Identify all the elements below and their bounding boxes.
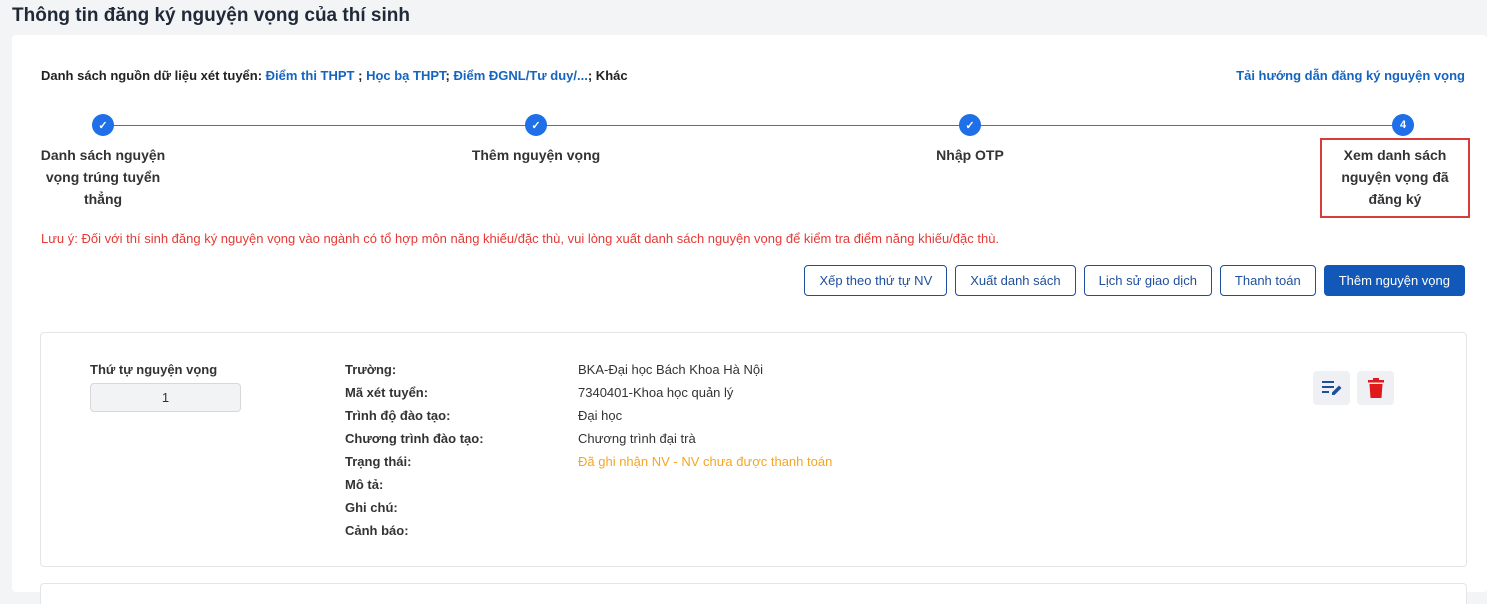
sources-prefix: Danh sách nguồn dữ liệu xét tuyển: bbox=[41, 68, 266, 83]
detail-key: Ghi chú: bbox=[345, 500, 398, 515]
detail-value: Chương trình đại trà bbox=[578, 431, 696, 446]
detail-key: Trạng thái: bbox=[345, 454, 412, 469]
detail-key: Chương trình đào tạo: bbox=[345, 431, 484, 446]
source-separator: ; bbox=[354, 68, 367, 83]
detail-row-description: Mô tả: bbox=[345, 477, 832, 500]
data-sources: Danh sách nguồn dữ liệu xét tuyển: Điểm … bbox=[41, 68, 628, 83]
detail-row-admission-code: Mã xét tuyển: 7340401-Khoa học quản lý bbox=[345, 385, 832, 408]
step-3-label[interactable]: Nhập OTP bbox=[870, 144, 1070, 166]
wish-details: Trường: BKA-Đại học Bách Khoa Hà Nội Mã … bbox=[345, 362, 832, 546]
page-title: Thông tin đăng ký nguyện vọng của thí si… bbox=[12, 5, 410, 26]
source-hocba-link[interactable]: Học bạ THPT bbox=[366, 68, 445, 83]
detail-key: Trường: bbox=[345, 362, 397, 377]
step-3-check-icon: ✓ bbox=[959, 114, 981, 136]
trash-icon bbox=[1367, 378, 1384, 398]
transaction-history-button[interactable]: Lịch sử giao dịch bbox=[1083, 265, 1212, 296]
action-toolbar: Xếp theo thứ tự NV Xuất danh sách Lịch s… bbox=[804, 265, 1465, 296]
stepper: ✓ ✓ ✓ 4 Danh sách nguyện vọng trúng tuyể… bbox=[12, 113, 1487, 233]
wish-order-field: 1 bbox=[90, 383, 241, 412]
detail-row-warning: Cảnh báo: bbox=[345, 523, 832, 546]
detail-key: Mã xét tuyển: bbox=[345, 385, 429, 400]
sort-by-order-button[interactable]: Xếp theo thứ tự NV bbox=[804, 265, 948, 296]
detail-row-school: Trường: BKA-Đại học Bách Khoa Hà Nội bbox=[345, 362, 832, 385]
step-4-number-icon: 4 bbox=[1392, 114, 1414, 136]
status-value: Đã ghi nhận NV - NV chưa được thanh toán bbox=[578, 454, 833, 469]
detail-row-status: Trạng thái: Đã ghi nhận NV - NV chưa đượ… bbox=[345, 454, 832, 477]
current-step-highlight bbox=[1320, 138, 1470, 218]
wish-order-label: Thứ tự nguyện vọng bbox=[90, 362, 218, 377]
detail-row-level: Trình độ đào tạo: Đại học bbox=[345, 408, 832, 431]
step-1-check-icon: ✓ bbox=[92, 114, 114, 136]
add-wish-button[interactable]: Thêm nguyện vọng bbox=[1323, 265, 1465, 296]
detail-row-program: Chương trình đào tạo: Chương trình đại t… bbox=[345, 431, 832, 454]
detail-row-notes: Ghi chú: bbox=[345, 500, 832, 523]
source-thpt-link[interactable]: Điểm thi THPT bbox=[266, 68, 355, 83]
registration-card: Danh sách nguồn dữ liệu xét tuyển: Điểm … bbox=[12, 35, 1487, 604]
stepper-line bbox=[104, 125, 1404, 126]
source-dgnl-link[interactable]: Điểm ĐGNL/Tư duy/... bbox=[453, 68, 587, 83]
step-2-label[interactable]: Thêm nguyện vọng bbox=[436, 144, 636, 166]
source-other: ; Khác bbox=[587, 68, 628, 83]
detail-value: Đại học bbox=[578, 408, 623, 423]
download-guide-link[interactable]: Tải hướng dẫn đăng ký nguyện vọng bbox=[1236, 68, 1465, 83]
detail-value: 7340401-Khoa học quản lý bbox=[578, 385, 734, 400]
wish-card-next bbox=[40, 583, 1467, 604]
step-1-label[interactable]: Danh sách nguyện vọng trúng tuyển thẳng bbox=[34, 144, 172, 210]
edit-wish-button[interactable] bbox=[1313, 371, 1350, 405]
detail-key: Cảnh báo: bbox=[345, 523, 409, 538]
detail-value: BKA-Đại học Bách Khoa Hà Nội bbox=[578, 362, 763, 377]
wish-card: Thứ tự nguyện vọng 1 Trường: BKA-Đại học… bbox=[40, 332, 1467, 567]
detail-key: Trình độ đào tạo: bbox=[345, 408, 451, 423]
delete-wish-button[interactable] bbox=[1357, 371, 1394, 405]
warning-note: Lưu ý: Đối với thí sinh đăng ký nguyện v… bbox=[41, 231, 1000, 246]
edit-list-icon bbox=[1321, 381, 1341, 395]
export-list-button[interactable]: Xuất danh sách bbox=[955, 265, 1076, 296]
detail-key: Mô tả: bbox=[345, 477, 384, 492]
step-2-check-icon: ✓ bbox=[525, 114, 547, 136]
payment-button[interactable]: Thanh toán bbox=[1219, 265, 1316, 296]
